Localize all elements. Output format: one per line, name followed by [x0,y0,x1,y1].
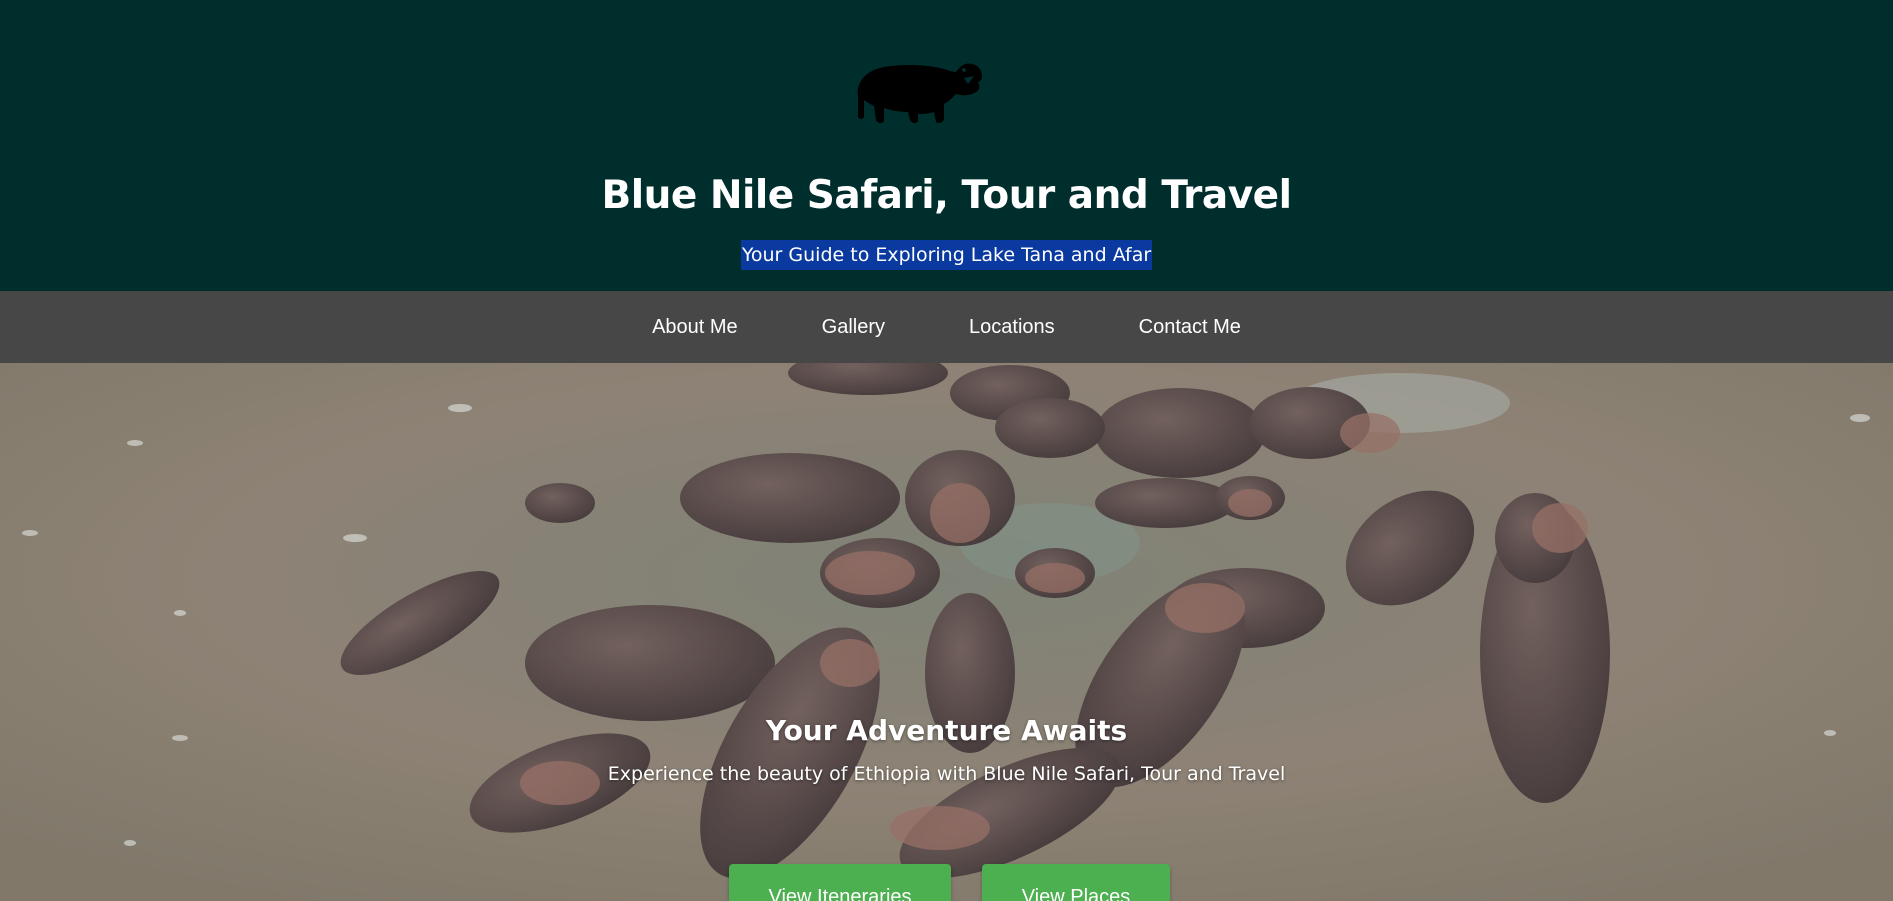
view-places-button[interactable]: View Places [982,864,1170,901]
hero-title: Your Adventure Awaits [765,714,1128,747]
hero-section: Your Adventure Awaits Experience the bea… [0,363,1893,901]
site-title: Blue Nile Safari, Tour and Travel [601,173,1292,218]
nav-item-contact-me[interactable]: Contact Me [1139,316,1241,339]
nav-item-gallery[interactable]: Gallery [822,316,885,339]
hero-overlay [0,363,1893,901]
main-nav: About Me Gallery Locations Contact Me [0,291,1893,363]
hero-subtitle: Experience the beauty of Ethiopia with B… [607,763,1286,785]
tagline-wrap: Your Guide to Exploring Lake Tana and Af… [0,240,1893,270]
nav-item-locations[interactable]: Locations [969,316,1055,339]
nav-item-about-me[interactable]: About Me [652,316,738,339]
hippo-logo-icon [857,63,982,123]
view-iteneraries-button[interactable]: View Iteneraries [729,864,951,901]
site-header: Blue Nile Safari, Tour and Travel Your G… [0,0,1893,291]
site-tagline: Your Guide to Exploring Lake Tana and Af… [740,240,1153,270]
